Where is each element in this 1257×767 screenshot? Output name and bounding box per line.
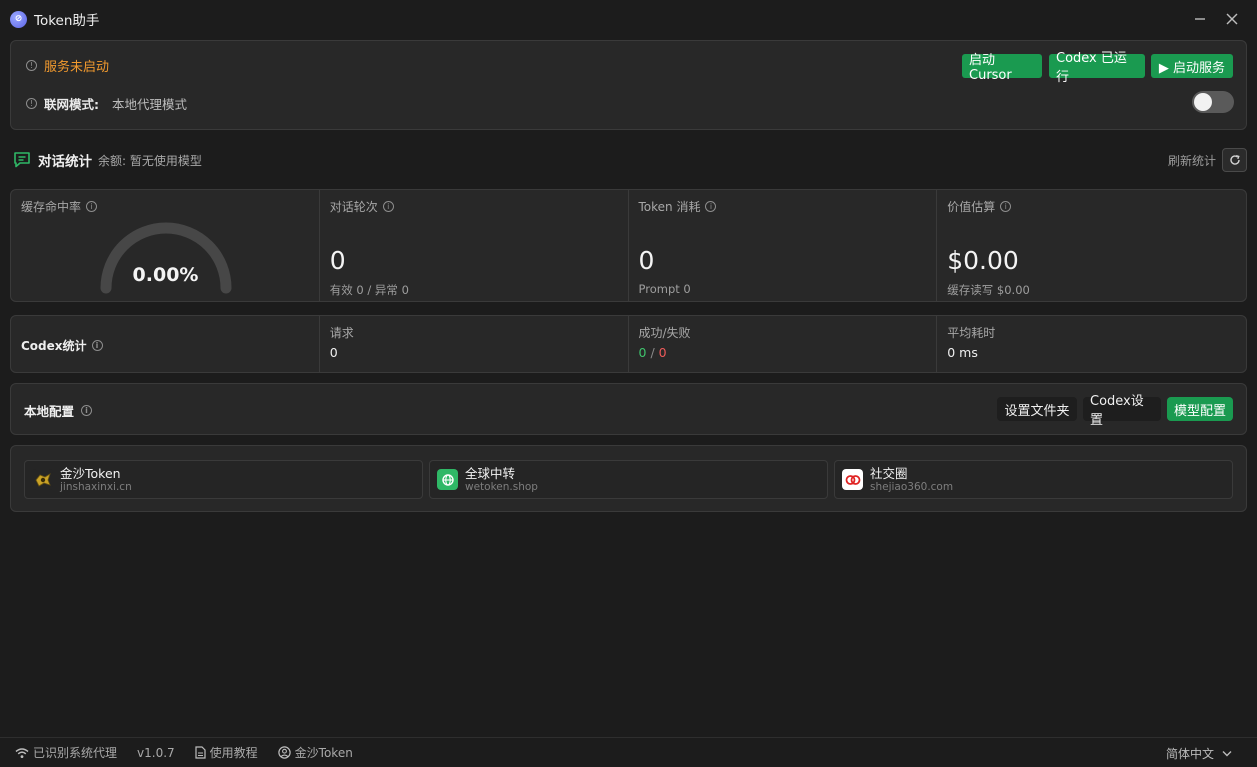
cache-hit-value: 0.00% bbox=[132, 264, 199, 286]
link-url: jinshaxinxi.cn bbox=[60, 480, 132, 493]
value-estimate-sub: 缓存读写 $0.00 bbox=[947, 283, 1030, 297]
success-fail-label: 成功/失败 bbox=[638, 326, 691, 340]
proxy-status: 已识别系统代理 bbox=[15, 744, 117, 761]
fail-count: 0 bbox=[658, 345, 667, 360]
refresh-icon bbox=[1229, 154, 1240, 165]
link-item-wetoken[interactable]: 全球中转 wetoken.shop bbox=[429, 460, 828, 499]
codex-requests-cell: 请求 0 bbox=[320, 316, 629, 372]
model-config-button[interactable]: 模型配置 bbox=[1167, 397, 1233, 421]
tutorial-link[interactable]: 使用教程 bbox=[195, 744, 258, 761]
token-usage-cell: Token 消耗 i 0 Prompt 0 bbox=[629, 190, 938, 301]
token-usage-label: Token 消耗 bbox=[638, 200, 701, 214]
document-icon bbox=[195, 746, 206, 759]
token-usage-value: 0 bbox=[638, 246, 655, 275]
service-status-row: ! 服务未启动 bbox=[26, 56, 109, 75]
local-config-card: 本地配置 i 设置文件夹 Codex设置 模型配置 bbox=[10, 383, 1247, 435]
info-icon: ! bbox=[26, 60, 37, 71]
set-folder-button[interactable]: 设置文件夹 bbox=[997, 397, 1077, 421]
close-button[interactable] bbox=[1222, 9, 1242, 29]
refresh-button[interactable] bbox=[1222, 148, 1247, 172]
success-fail-separator: / bbox=[650, 345, 655, 360]
network-mode-toggle[interactable] bbox=[1192, 91, 1234, 113]
account[interactable]: 金沙Token bbox=[277, 744, 353, 761]
rounds-value: 0 bbox=[329, 246, 346, 275]
local-config-title: 本地配置 bbox=[24, 404, 75, 419]
avg-time-label: 平均耗时 bbox=[947, 326, 996, 340]
link-url: wetoken.shop bbox=[465, 480, 538, 493]
service-status-text: 服务未启动 bbox=[44, 60, 110, 75]
language-text: 简体中文 bbox=[1166, 746, 1215, 761]
requests-label: 请求 bbox=[329, 326, 354, 340]
codex-title-cell: Codex统计 i bbox=[11, 316, 320, 372]
value-estimate-cell: 价值估算 i $0.00 缓存读写 $0.00 bbox=[937, 190, 1246, 301]
network-mode-row: ! 联网模式: 本地代理模式 bbox=[26, 94, 187, 113]
start-service-button[interactable]: ▶ 启动服务 bbox=[1151, 54, 1233, 78]
service-status-card: ! 服务未启动 ! 联网模式: 本地代理模式 启动Cursor Codex 已运… bbox=[10, 40, 1247, 130]
value-estimate-value: $0.00 bbox=[947, 246, 1019, 275]
shejiao-logo-icon bbox=[842, 469, 863, 490]
avg-time-value: 0 ms bbox=[947, 345, 978, 360]
jinsha-logo-icon bbox=[32, 469, 53, 490]
user-icon bbox=[277, 746, 291, 759]
title-bar: ⊘ Token助手 bbox=[0, 0, 1257, 38]
wifi-icon bbox=[15, 747, 29, 758]
chat-stats-card: 缓存命中率 i 0.00% 对话轮次 i 0 有效 0 / 异常 0 Token… bbox=[10, 189, 1247, 302]
minimize-button[interactable] bbox=[1190, 9, 1210, 29]
app-title: Token助手 bbox=[34, 13, 100, 29]
chat-stats-header: 对话统计 余额: 暂无使用模型 bbox=[13, 150, 202, 170]
success-fail-value: 0/0 bbox=[639, 345, 667, 360]
account-text: 金沙Token bbox=[294, 746, 353, 760]
minimize-icon bbox=[1195, 18, 1205, 20]
codex-success-fail-cell: 成功/失败 0/0 bbox=[629, 316, 938, 372]
value-estimate-label: 价值估算 bbox=[947, 200, 996, 214]
links-card: 金沙Token jinshaxinxi.cn 全球中转 wetoken.shop… bbox=[10, 445, 1247, 512]
token-usage-sub: Prompt 0 bbox=[638, 282, 691, 296]
codex-avg-time-cell: 平均耗时 0 ms bbox=[937, 316, 1246, 372]
toggle-knob bbox=[1194, 93, 1212, 111]
cache-hit-gauge bbox=[100, 222, 232, 294]
close-icon bbox=[1226, 13, 1238, 25]
network-mode-value: 本地代理模式 bbox=[112, 97, 188, 112]
chat-stats-title: 对话统计 bbox=[38, 154, 92, 170]
info-icon[interactable]: i bbox=[86, 201, 98, 212]
version-text: v1.0.7 bbox=[137, 745, 175, 760]
link-item-shejiao[interactable]: 社交圈 shejiao360.com bbox=[834, 460, 1233, 499]
network-mode-label: 联网模式: bbox=[44, 97, 99, 112]
info-icon[interactable]: i bbox=[382, 201, 394, 212]
codex-stats-title: Codex统计 bbox=[21, 339, 87, 353]
codex-settings-button[interactable]: Codex设置 bbox=[1083, 394, 1161, 428]
proxy-status-text: 已识别系统代理 bbox=[33, 746, 118, 760]
link-name: 金沙Token bbox=[60, 465, 121, 481]
link-name: 全球中转 bbox=[465, 465, 516, 481]
status-bar: 已识别系统代理 v1.0.7 使用教程 金沙Token 简体中文 bbox=[0, 737, 1257, 767]
chevron-down-icon bbox=[1222, 750, 1232, 756]
rounds-sub: 有效 0 / 异常 0 bbox=[329, 283, 409, 297]
language-select[interactable]: 简体中文 bbox=[1166, 738, 1232, 767]
info-icon[interactable]: i bbox=[705, 201, 717, 212]
link-url: shejiao360.com bbox=[870, 480, 954, 493]
success-count: 0 bbox=[638, 345, 647, 360]
tutorial-text: 使用教程 bbox=[209, 746, 258, 760]
rounds-label: 对话轮次 bbox=[329, 200, 378, 214]
link-name: 社交圈 bbox=[870, 465, 908, 481]
balance-text: 余额: 暂无使用模型 bbox=[98, 153, 202, 168]
info-icon[interactable]: i bbox=[81, 405, 93, 416]
version: v1.0.7 bbox=[137, 746, 175, 760]
rounds-cell: 对话轮次 i 0 有效 0 / 异常 0 bbox=[320, 190, 629, 301]
refresh-stats-label[interactable]: 刷新统计 bbox=[1168, 152, 1216, 169]
cache-hit-label: 缓存命中率 bbox=[21, 200, 82, 214]
info-icon[interactable]: i bbox=[91, 340, 103, 351]
codex-stats-card: Codex统计 i 请求 0 成功/失败 0/0 平均耗时 0 ms bbox=[10, 315, 1247, 373]
link-item-jinsha[interactable]: 金沙Token jinshaxinxi.cn bbox=[24, 460, 423, 499]
chat-icon bbox=[14, 152, 30, 168]
info-icon[interactable]: i bbox=[1000, 201, 1012, 212]
requests-value: 0 bbox=[329, 345, 338, 360]
start-cursor-button[interactable]: 启动Cursor bbox=[962, 53, 1042, 83]
info-icon: ! bbox=[26, 98, 37, 109]
cache-hit-cell: 缓存命中率 i 0.00% bbox=[11, 190, 320, 301]
wetoken-logo-icon bbox=[437, 469, 458, 490]
app-logo-icon: ⊘ bbox=[10, 10, 27, 28]
codex-running-button[interactable]: Codex 已运行 bbox=[1049, 51, 1145, 85]
